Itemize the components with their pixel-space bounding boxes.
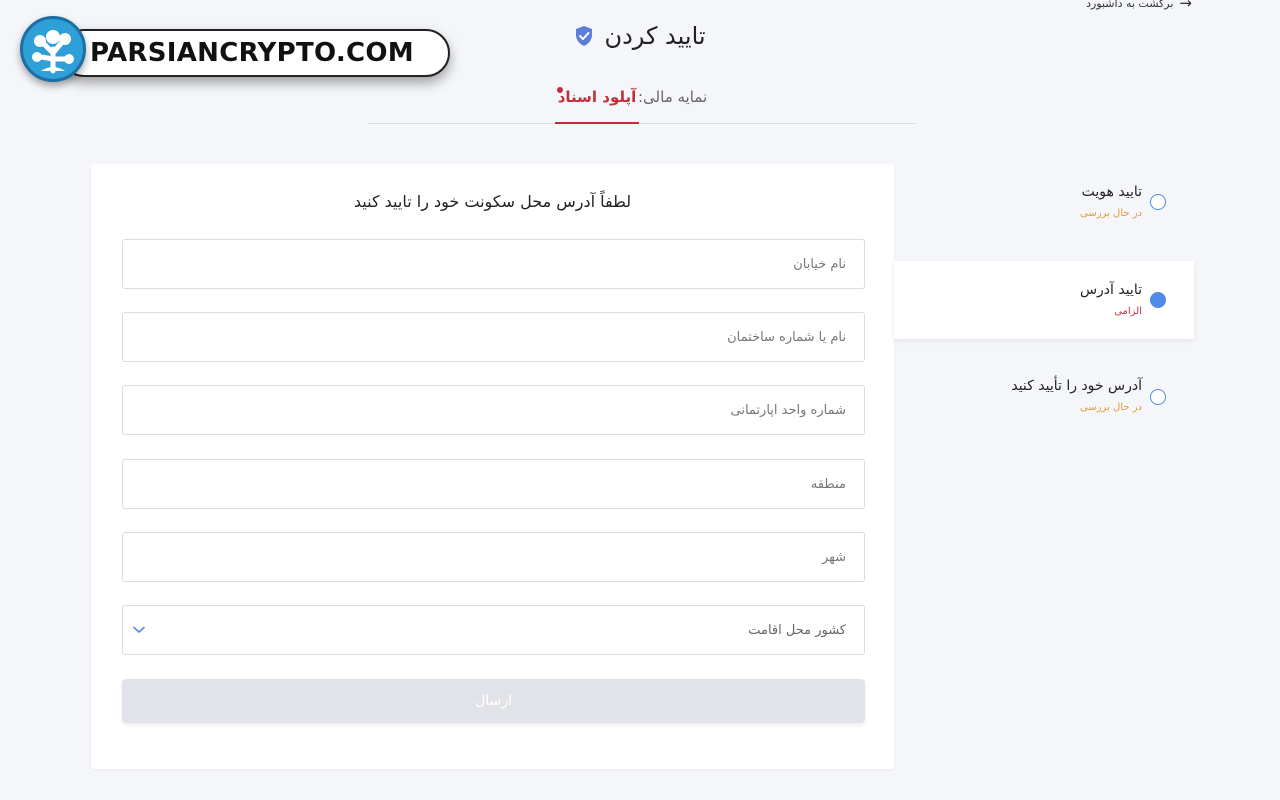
arrow-right-icon: → [1179,0,1192,12]
street-name-input[interactable] [122,239,865,289]
step-title: تایید آدرس [1079,282,1142,298]
step-confirm-address[interactable]: آدرس خود را تأیید کنید در حال بررسی [894,358,1194,436]
apartment-unit-input[interactable] [122,385,865,435]
tab-bar: نمایه مالی: آپلود اسناد [368,84,916,124]
building-name-input[interactable] [122,312,865,362]
step-radio-icon [1150,389,1166,405]
watermark-tree-icon [20,16,86,82]
tab-upload-label: آپلود اسناد [557,88,637,106]
country-select-label: کشور محل اقامت [748,622,846,638]
step-radio-icon [1150,194,1166,210]
step-title: آدرس خود را تأیید کنید [1011,378,1142,394]
notification-dot-icon [557,87,563,93]
step-radio-icon [1150,292,1166,308]
country-select[interactable]: کشور محل اقامت [122,605,865,655]
page-title: تایید کردن [604,22,706,50]
tab-upload-documents[interactable]: آپلود اسناد [555,84,639,124]
city-input[interactable] [122,532,865,582]
shield-check-icon [576,26,593,46]
back-link-label: برگشت به داشبورد [1086,0,1174,10]
step-status: الزامی [1114,306,1142,317]
step-status: در حال بررسی [1080,402,1142,413]
district-input[interactable] [122,459,865,509]
page-header: تایید کردن [0,22,1280,50]
address-form-card: لطفاً آدرس محل سکونت خود را تایید کنید ک… [91,164,894,769]
step-identity-verification[interactable]: تایید هویت در حال بررسی [894,164,1194,242]
submit-button[interactable]: ارسال [122,679,865,723]
tab-financial-profile[interactable]: نمایه مالی: [638,84,707,124]
form-title: لطفاً آدرس محل سکونت خود را تایید کنید [353,192,632,211]
back-to-dashboard-link[interactable]: → برگشت به داشبورد [1086,0,1192,11]
step-address-verification[interactable]: تایید آدرس الزامی [894,261,1194,339]
chevron-down-icon [133,626,145,634]
step-title: تایید هویت [1081,184,1142,200]
step-status: در حال بررسی [1080,208,1142,219]
tab-financial-label: نمایه مالی: [638,88,708,106]
